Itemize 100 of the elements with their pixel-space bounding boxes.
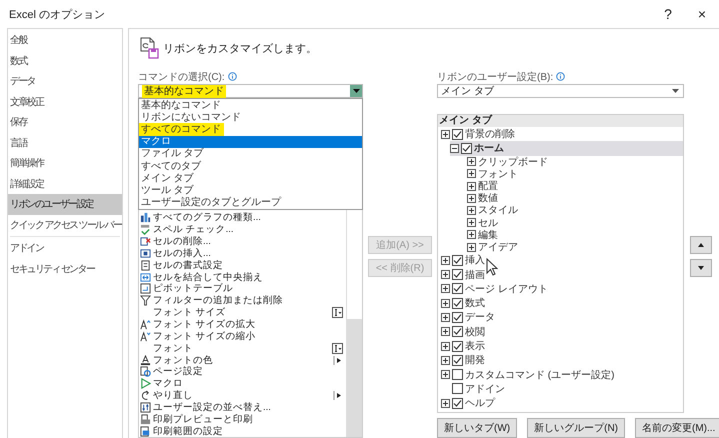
tree-item[interactable]: フォント <box>438 168 683 180</box>
sidebar-item[interactable]: クイック アクセス ツール バー <box>8 214 122 235</box>
expand-icon[interactable] <box>441 312 450 322</box>
expand-icon[interactable] <box>441 342 450 351</box>
tree-item[interactable]: スタイル <box>438 204 683 217</box>
dropdown-option[interactable]: リボンにないコマンド <box>139 111 362 124</box>
checkbox[interactable] <box>452 254 463 266</box>
command-item[interactable]: やり直し <box>139 390 346 402</box>
checkbox[interactable] <box>452 383 463 394</box>
checkbox[interactable] <box>452 369 463 380</box>
expand-icon[interactable] <box>441 398 450 408</box>
expand-icon[interactable] <box>467 206 476 215</box>
sidebar-item[interactable]: 数式 <box>8 50 122 71</box>
tree-item[interactable]: 表示 <box>438 338 683 354</box>
tree-item[interactable]: ヘルプ <box>438 396 683 410</box>
dropdown-option[interactable]: ユーザー設定のタブとグループ <box>139 196 362 209</box>
expand-icon[interactable] <box>441 370 450 380</box>
command-item[interactable]: 印刷範囲の設定 <box>139 425 346 438</box>
command-item[interactable]: スペル チェック... <box>139 224 346 236</box>
expand-icon[interactable] <box>467 157 476 166</box>
tree-item[interactable]: 編集 <box>438 228 683 241</box>
expand-icon[interactable] <box>467 242 476 252</box>
tree-item[interactable]: ページ レイアウト <box>438 282 683 296</box>
expand-icon[interactable] <box>441 270 450 280</box>
command-item[interactable]: フォント サイズ <box>139 306 346 319</box>
tree-item[interactable]: 背景の削除 <box>438 127 683 142</box>
sidebar-item[interactable]: データ <box>8 71 122 92</box>
tree-item[interactable]: セル <box>438 216 683 229</box>
tree-item[interactable]: ホーム <box>450 141 683 156</box>
command-item[interactable]: フォント サイズの縮小 <box>139 330 346 342</box>
command-item[interactable]: ピボットテーブル <box>139 283 346 295</box>
close-button[interactable]: × <box>685 1 719 27</box>
checkbox[interactable] <box>452 298 463 309</box>
command-item[interactable]: セルの挿入... <box>139 248 346 260</box>
expand-icon[interactable] <box>441 256 450 265</box>
command-item[interactable]: ページ設定 <box>139 366 346 378</box>
command-item[interactable]: フォント サイズの拡大 <box>139 318 346 330</box>
sidebar-item[interactable]: アドイン <box>8 238 122 258</box>
checkbox[interactable] <box>452 128 463 140</box>
help-button[interactable]: ? <box>651 1 685 27</box>
expand-icon[interactable] <box>467 169 476 178</box>
checkbox[interactable] <box>452 354 463 366</box>
tree-item[interactable]: 数式 <box>438 296 683 310</box>
expand-icon[interactable] <box>467 230 476 240</box>
checkbox[interactable] <box>452 269 463 280</box>
command-item[interactable]: マクロ <box>139 378 346 390</box>
sidebar-item[interactable]: 簡単操作 <box>8 153 122 174</box>
tree-item[interactable]: データ <box>438 310 683 325</box>
checkbox[interactable] <box>452 326 463 338</box>
tree-item[interactable]: アドイン <box>438 382 683 396</box>
expand-icon[interactable] <box>441 356 450 365</box>
checkbox[interactable] <box>452 398 463 409</box>
checkbox[interactable] <box>452 340 463 352</box>
sidebar-item[interactable]: 詳細設定 <box>8 174 122 194</box>
sidebar-item[interactable]: 文章校正 <box>8 92 122 112</box>
checkbox[interactable] <box>461 142 472 154</box>
expand-icon[interactable] <box>441 298 450 308</box>
command-item[interactable]: すべてのグラフの種類... <box>139 212 346 224</box>
expand-icon[interactable] <box>441 130 450 139</box>
expand-icon[interactable] <box>441 327 450 336</box>
command-item[interactable]: フィルターの追加または削除 <box>139 294 346 307</box>
checkbox[interactable] <box>452 312 463 323</box>
tree-item[interactable]: 開発 <box>438 353 683 368</box>
ribbon-dropdown[interactable]: メイン タブ <box>437 84 684 98</box>
sidebar-item[interactable]: 言語 <box>8 132 122 153</box>
dropdown-option[interactable]: すべてのコマンド <box>139 123 224 136</box>
dropdown-option[interactable]: 基本的なコマンド <box>139 99 362 112</box>
tree-item[interactable]: 配置 <box>438 180 683 192</box>
ribbon-action-button[interactable]: 新しいタブ(W) <box>437 418 518 438</box>
command-item[interactable]: フォントの色 <box>139 354 346 366</box>
checkbox[interactable] <box>452 283 463 294</box>
command-item[interactable]: 印刷プレビューと印刷 <box>139 413 346 426</box>
sidebar-item[interactable]: リボンのユーザー設定 <box>8 194 122 214</box>
collapse-icon[interactable] <box>450 144 459 153</box>
expand-icon[interactable] <box>441 284 450 294</box>
tree-item[interactable]: 描画 <box>438 267 683 282</box>
dropdown-option[interactable]: ファイル タブ <box>139 148 362 160</box>
expand-icon[interactable] <box>467 194 476 203</box>
command-item[interactable]: セルの削除... <box>139 236 346 248</box>
command-item[interactable]: セルの書式設定 <box>139 259 346 272</box>
tree-item[interactable]: クリップボード <box>438 156 683 168</box>
tree-item[interactable]: 校閲 <box>438 324 683 339</box>
tree-item[interactable]: 数値 <box>438 192 683 204</box>
dropdown-option[interactable]: メイン タブ <box>139 172 362 184</box>
tree-item[interactable]: アイデア <box>438 240 683 254</box>
move-up-button[interactable] <box>690 236 712 254</box>
sidebar-item[interactable]: セキュリティ センター <box>8 258 122 279</box>
dropdown-option[interactable]: すべてのタブ <box>139 160 362 172</box>
dropdown-option[interactable]: ツール タブ <box>139 184 362 196</box>
commands-dropdown[interactable]: 基本的なコマンド <box>138 84 363 98</box>
dropdown-option[interactable]: マクロ <box>139 136 362 148</box>
command-item[interactable]: フォント <box>139 342 346 354</box>
move-down-button[interactable] <box>690 259 712 277</box>
command-item[interactable]: ユーザー設定の並べ替え... <box>139 402 346 414</box>
ribbon-action-button[interactable]: 新しいグループ(N) <box>527 418 625 438</box>
sidebar-item[interactable]: 全般 <box>8 30 122 50</box>
ribbon-action-button[interactable]: 名前の変更(M)... <box>635 418 719 438</box>
expand-icon[interactable] <box>467 218 476 228</box>
tree-item[interactable]: 挿入 <box>438 253 683 268</box>
sidebar-item[interactable]: 保存 <box>8 112 122 132</box>
